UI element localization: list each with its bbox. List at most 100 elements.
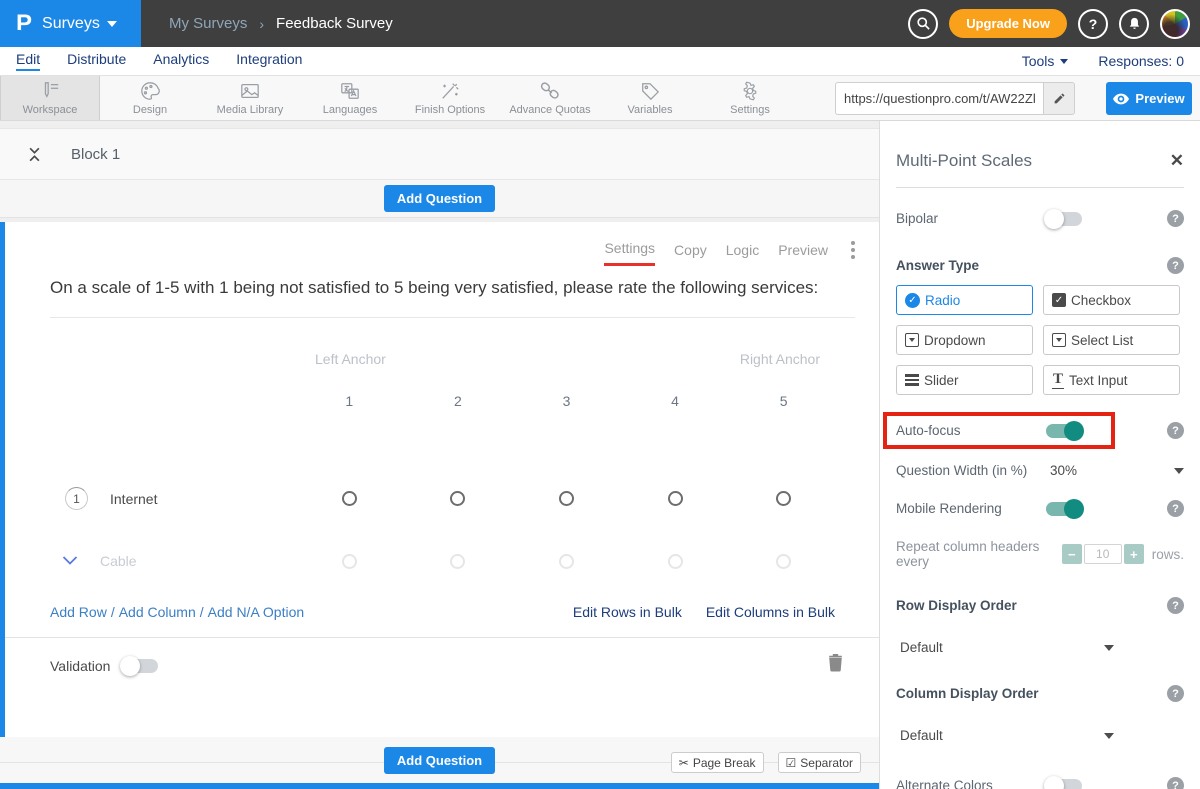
notifications-button[interactable] — [1119, 9, 1149, 39]
upgrade-now-button[interactable]: Upgrade Now — [949, 9, 1067, 38]
column-header-4[interactable]: 4 — [671, 393, 679, 409]
edit-url-button[interactable] — [1043, 82, 1075, 115]
toolbar-item-languages[interactable]: Languages — [300, 76, 400, 120]
more-options-icon[interactable] — [851, 241, 855, 265]
edit-columns-in-bulk-link[interactable]: Edit Columns in Bulk — [706, 604, 835, 620]
help-icon[interactable]: ? — [1167, 597, 1184, 614]
question-tab-preview[interactable]: Preview — [778, 242, 828, 265]
separator-button[interactable]: ☑ Separator — [778, 752, 861, 773]
tab-analytics[interactable]: Analytics — [153, 51, 209, 71]
decrement-button[interactable]: − — [1062, 544, 1082, 564]
column-display-order-select[interactable]: Default — [896, 728, 1114, 743]
add-na-option-link[interactable]: Add N/A Option — [208, 604, 305, 620]
preview-button[interactable]: Preview — [1106, 82, 1192, 115]
help-icon[interactable]: ? — [1167, 685, 1184, 702]
tab-edit[interactable]: Edit — [16, 51, 40, 71]
bipolar-toggle[interactable] — [1046, 212, 1082, 226]
logo-area[interactable]: P Surveys — [0, 0, 141, 47]
question-tab-settings[interactable]: Settings — [604, 240, 655, 266]
row-label-cable[interactable]: Cable — [100, 553, 137, 569]
radio-internet-1[interactable] — [342, 491, 357, 506]
close-icon: ✕ — [1170, 151, 1184, 170]
left-anchor-label[interactable]: Left Anchor — [315, 351, 386, 367]
add-column-link[interactable]: Add Column — [119, 604, 196, 620]
question-width-value[interactable]: 30% — [1050, 463, 1077, 478]
answer-type-checkbox[interactable]: ✓ Checkbox — [1043, 285, 1180, 315]
column-header-3[interactable]: 3 — [563, 393, 571, 409]
separator: / — [196, 604, 208, 620]
breadcrumb-my-surveys[interactable]: My Surveys — [169, 15, 247, 32]
survey-nav: Edit Distribute Analytics Integration To… — [0, 47, 1200, 76]
answer-type-slider[interactable]: Slider — [896, 365, 1033, 395]
surveys-menu-label: Surveys — [42, 15, 100, 33]
question-tab-copy[interactable]: Copy — [674, 242, 707, 265]
alternate-colors-toggle[interactable] — [1046, 779, 1082, 789]
toolbar-item-label: Variables — [627, 104, 672, 116]
help-icon[interactable]: ? — [1167, 500, 1184, 517]
help-icon[interactable]: ? — [1167, 257, 1184, 274]
autofocus-toggle[interactable] — [1046, 424, 1082, 438]
help-icon[interactable]: ? — [1167, 777, 1184, 789]
select-list-icon — [1052, 333, 1066, 347]
survey-url-input[interactable] — [835, 82, 1043, 115]
toolbar-item-finish-options[interactable]: Finish Options — [400, 76, 500, 120]
validation-label: Validation — [50, 658, 110, 674]
edit-rows-in-bulk-link[interactable]: Edit Rows in Bulk — [573, 604, 682, 620]
close-panel-button[interactable]: ✕ — [1170, 151, 1184, 171]
block-title[interactable]: Block 1 — [71, 146, 120, 163]
answer-type-radio[interactable]: ✓ Radio — [896, 285, 1033, 315]
user-avatar[interactable] — [1160, 9, 1190, 39]
answer-type-label: Dropdown — [924, 333, 986, 348]
column-headers: 1 2 3 4 5 — [50, 393, 855, 409]
page-break-button[interactable]: ✂ Page Break — [671, 752, 764, 773]
repeat-headers-input[interactable] — [1084, 544, 1122, 564]
survey-canvas: Block 1 Add Question Settings Copy Logic… — [0, 121, 880, 789]
toolbar-item-workspace[interactable]: Workspace — [0, 76, 100, 120]
tools-menu[interactable]: Tools — [1022, 53, 1069, 69]
toolbar-item-label: Workspace — [23, 104, 78, 116]
row-label-internet[interactable]: Internet — [110, 491, 157, 507]
add-question-button-top[interactable]: Add Question — [384, 185, 495, 212]
toolbar-item-settings[interactable]: Settings — [700, 76, 800, 120]
right-anchor-label[interactable]: Right Anchor — [740, 351, 820, 367]
search-button[interactable] — [908, 9, 938, 39]
question-tab-logic[interactable]: Logic — [726, 242, 759, 265]
validation-toggle[interactable] — [122, 659, 158, 673]
radio-internet-4[interactable] — [668, 491, 683, 506]
add-question-strip: Add Question — [0, 180, 879, 218]
chevron-down-icon[interactable] — [1174, 468, 1184, 474]
column-header-1[interactable]: 1 — [345, 393, 353, 409]
questionpro-app: P Surveys My Surveys › Feedback Survey U… — [0, 0, 1200, 789]
tab-distribute[interactable]: Distribute — [67, 51, 126, 71]
help-icon[interactable]: ? — [1167, 422, 1184, 439]
column-header-2[interactable]: 2 — [454, 393, 462, 409]
delete-question-button[interactable] — [828, 654, 843, 677]
toolbar-item-advance-quotas[interactable]: Advance Quotas — [500, 76, 600, 120]
question-text[interactable]: On a scale of 1-5 with 1 being not satis… — [50, 274, 825, 302]
radio-internet-2[interactable] — [450, 491, 465, 506]
increment-button[interactable]: + — [1124, 544, 1144, 564]
toolbar-item-variables[interactable]: Variables — [600, 76, 700, 120]
help-button[interactable]: ? — [1078, 9, 1108, 39]
toolbar-item-design[interactable]: Design — [100, 76, 200, 120]
answer-type-text-input[interactable]: T Text Input — [1043, 365, 1180, 395]
collapse-block-icon[interactable] — [28, 147, 41, 162]
row-display-order-select[interactable]: Default — [896, 640, 1114, 655]
separator-label: Separator — [800, 756, 853, 770]
answer-type-dropdown[interactable]: Dropdown — [896, 325, 1033, 355]
mobile-rendering-toggle[interactable] — [1046, 502, 1082, 516]
radio-internet-5[interactable] — [776, 491, 791, 506]
answer-type-select-list[interactable]: Select List — [1043, 325, 1180, 355]
tag-icon — [639, 81, 661, 101]
add-question-button-bottom[interactable]: Add Question — [384, 747, 495, 774]
column-header-5[interactable]: 5 — [780, 393, 788, 409]
radio-internet-3[interactable] — [559, 491, 574, 506]
chevron-down-icon[interactable] — [62, 552, 78, 570]
surveys-menu[interactable]: Surveys — [42, 15, 117, 33]
help-icon[interactable]: ? — [1167, 210, 1184, 227]
toolbar-item-media-library[interactable]: Media Library — [200, 76, 300, 120]
answer-type-grid: ✓ Radio ✓ Checkbox Dropdown Select List — [896, 285, 1184, 395]
block-header: Block 1 — [0, 128, 879, 180]
tab-integration[interactable]: Integration — [236, 51, 302, 71]
add-row-link[interactable]: Add Row — [50, 604, 107, 620]
